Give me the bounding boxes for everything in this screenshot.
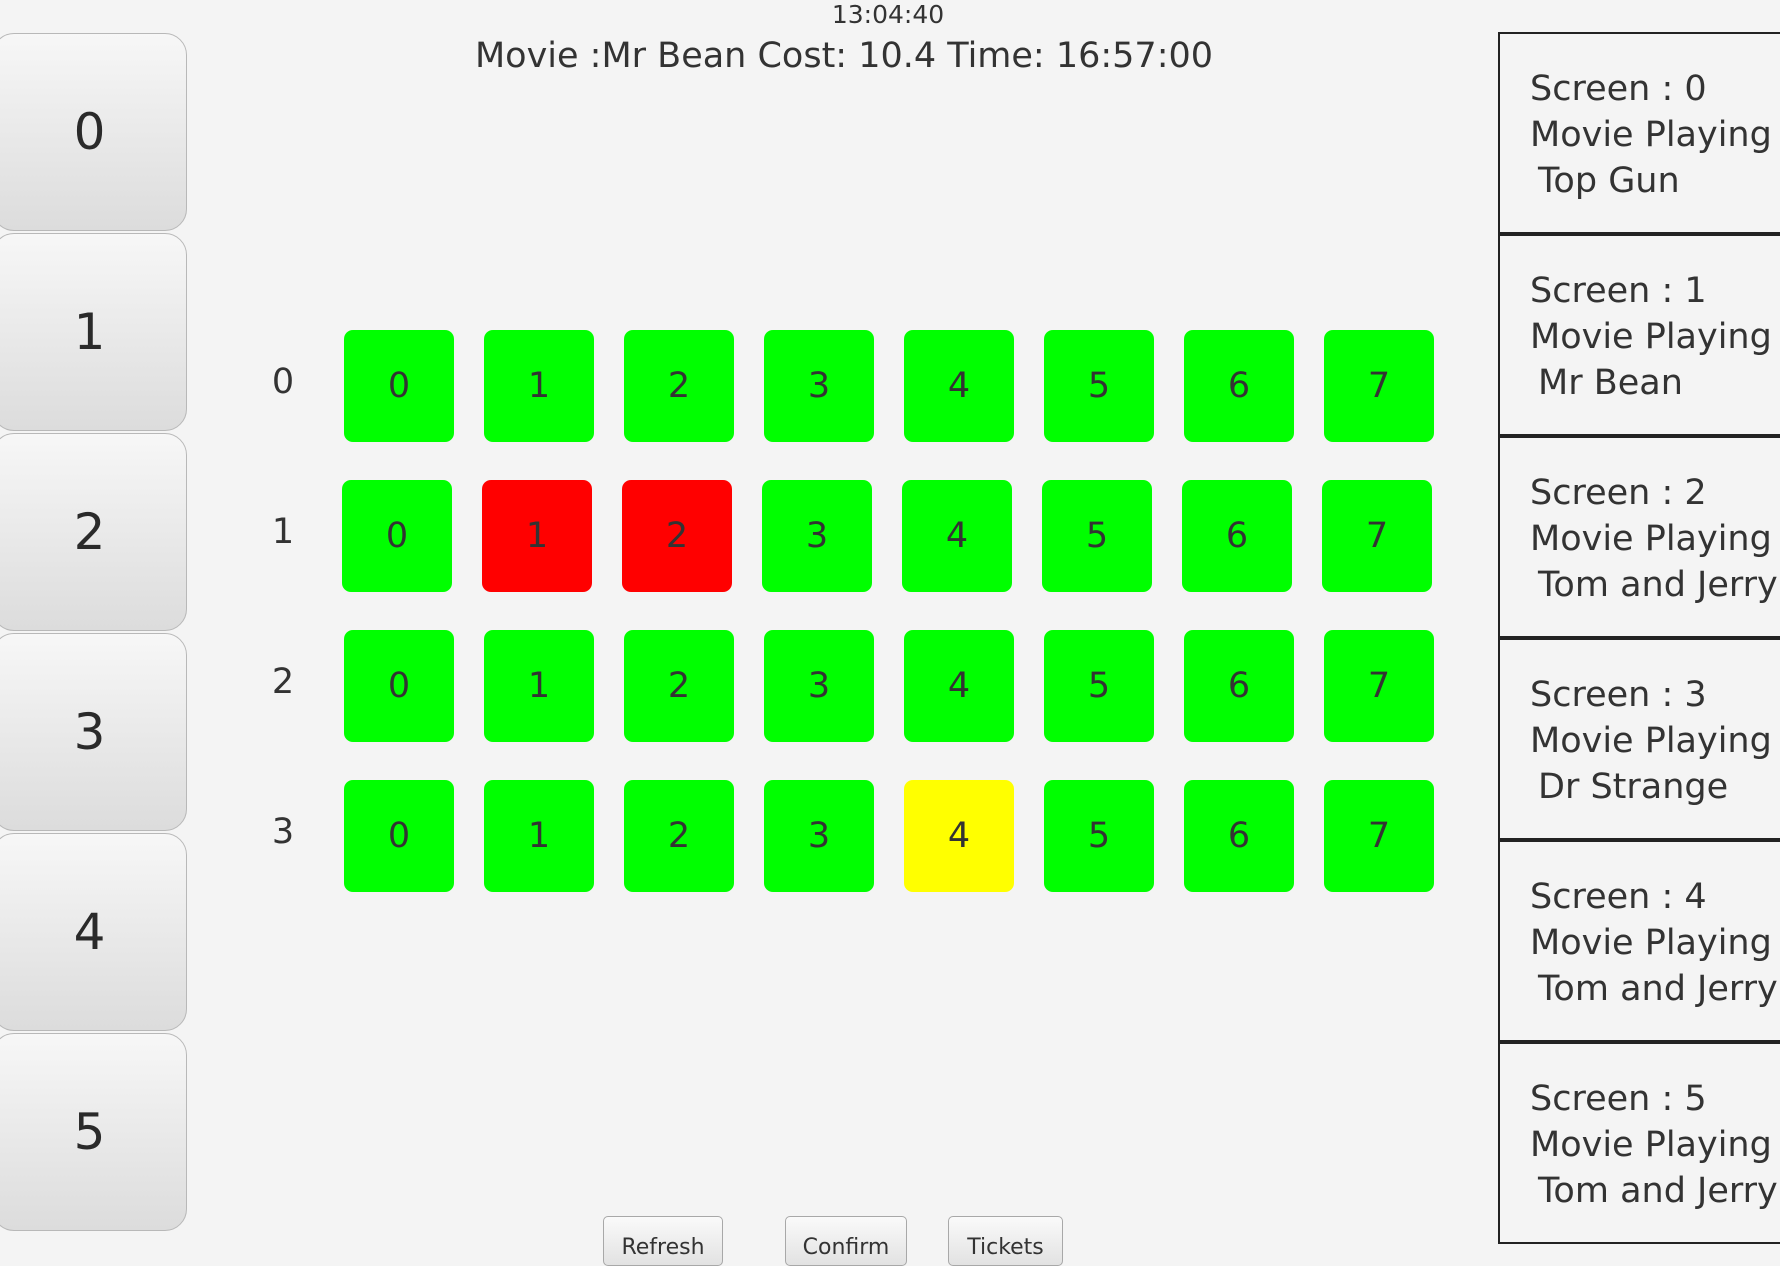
seat-available[interactable]: 4 [902,480,1012,592]
seat-available[interactable]: 7 [1324,330,1434,442]
seat-available[interactable]: 3 [764,330,874,442]
seat-available[interactable]: 6 [1184,330,1294,442]
confirm-button[interactable]: Confirm [785,1216,907,1266]
seat-available[interactable]: 6 [1184,630,1294,742]
screen-number: Screen : 2 [1530,473,1707,513]
seat-available[interactable]: 0 [344,630,454,742]
tickets-button[interactable]: Tickets [948,1216,1063,1266]
seat-available[interactable]: 0 [344,780,454,892]
seat-available[interactable]: 5 [1044,630,1154,742]
screen-button-3[interactable]: 3 [0,633,187,831]
screen-button-5[interactable]: 5 [0,1033,187,1231]
seat-available[interactable]: 7 [1322,480,1432,592]
seat-available[interactable]: 6 [1184,780,1294,892]
movie-name: Tom and Jerry [1538,1171,1778,1211]
screen-info-0: Screen : 0 Movie Playing : Top Gun [1498,32,1780,234]
seat-available[interactable]: 7 [1324,630,1434,742]
row-label: 0 [271,362,295,402]
screen-info-3: Screen : 3 Movie Playing : Dr Strange [1498,638,1780,840]
seat-available[interactable]: 1 [484,630,594,742]
screen-button-4[interactable]: 4 [0,833,187,1031]
movie-playing-label: Movie Playing : [1530,317,1780,357]
seat-available[interactable]: 1 [484,330,594,442]
seat-available[interactable]: 7 [1324,780,1434,892]
seat-available[interactable]: 4 [904,330,1014,442]
seat-available[interactable]: 3 [764,780,874,892]
screen-number: Screen : 5 [1530,1079,1707,1119]
seat-available[interactable]: 2 [624,780,734,892]
seat-available[interactable]: 0 [344,330,454,442]
screen-info-4: Screen : 4 Movie Playing : Tom and Jerry [1498,840,1780,1042]
screen-info-1: Screen : 1 Movie Playing : Mr Bean [1498,234,1780,436]
screen-info-5: Screen : 5 Movie Playing : Tom and Jerry [1498,1042,1780,1244]
seat-available[interactable]: 3 [762,480,872,592]
movie-playing-label: Movie Playing : [1530,115,1780,155]
row-label: 3 [271,812,295,852]
movie-playing-label: Movie Playing : [1530,1125,1780,1165]
seat-booked[interactable]: 1 [482,480,592,592]
seat-available[interactable]: 5 [1044,780,1154,892]
screen-number: Screen : 4 [1530,877,1707,917]
movie-name: Tom and Jerry [1538,969,1778,1009]
movie-name: Top Gun [1538,161,1680,201]
movie-name: Tom and Jerry [1538,565,1778,605]
screen-number: Screen : 0 [1530,69,1707,109]
screen-button-0[interactable]: 0 [0,33,187,231]
seat-available[interactable]: 0 [342,480,452,592]
seat-booked[interactable]: 2 [622,480,732,592]
seat-available[interactable]: 6 [1182,480,1292,592]
clock-time: 13:04:40 [831,0,945,29]
movie-playing-label: Movie Playing : [1530,721,1780,761]
movie-summary-title: Movie :Mr Bean Cost: 10.4 Time: 16:57:00 [474,36,1214,76]
screen-number: Screen : 1 [1530,271,1707,311]
seat-available[interactable]: 4 [904,630,1014,742]
row-label: 1 [271,512,295,552]
movie-name: Mr Bean [1538,363,1683,403]
screen-number: Screen : 3 [1530,675,1707,715]
seat-available[interactable]: 1 [484,780,594,892]
movie-name: Dr Strange [1538,767,1729,807]
seat-available[interactable]: 3 [764,630,874,742]
seat-available[interactable]: 5 [1044,330,1154,442]
movie-playing-label: Movie Playing : [1530,519,1780,559]
seat-available[interactable]: 2 [624,630,734,742]
movie-playing-label: Movie Playing : [1530,923,1780,963]
seat-selected[interactable]: 4 [904,780,1014,892]
row-label: 2 [271,662,295,702]
seat-available[interactable]: 5 [1042,480,1152,592]
screen-button-1[interactable]: 1 [0,233,187,431]
screen-info-2: Screen : 2 Movie Playing : Tom and Jerry [1498,436,1780,638]
seat-available[interactable]: 2 [624,330,734,442]
screen-button-2[interactable]: 2 [0,433,187,631]
refresh-button[interactable]: Refresh [603,1216,723,1266]
